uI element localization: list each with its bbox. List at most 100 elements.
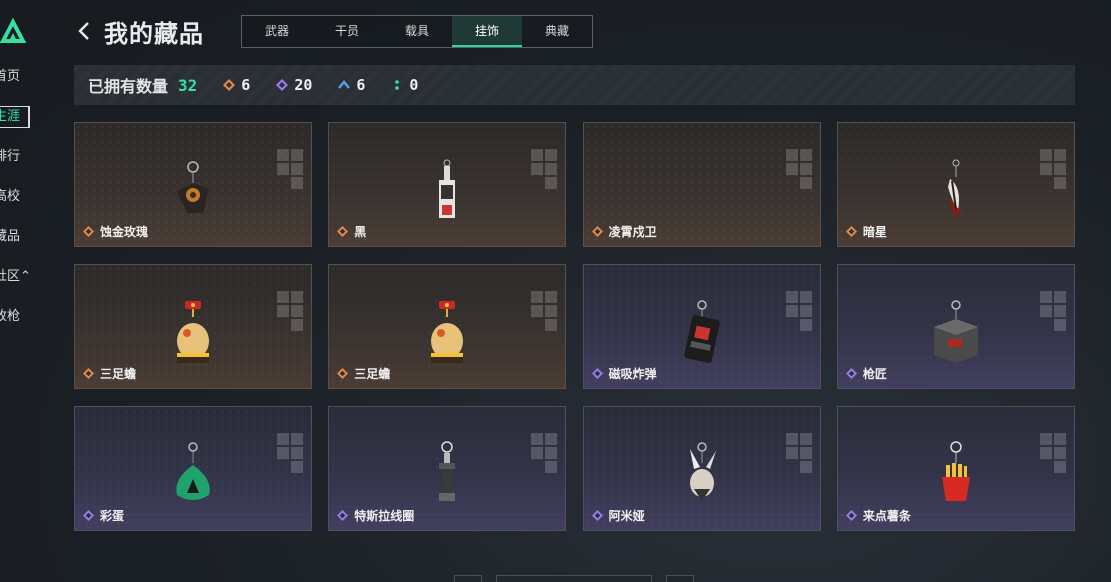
charm-card[interactable]: 三足蟾 [328, 264, 567, 389]
tag-charm-icon [439, 159, 456, 218]
category-tabs: 武器 干员 载具 挂饰 典藏 [241, 15, 593, 48]
purple-diamond-icon [845, 368, 857, 379]
grid-decoration-icon [531, 433, 558, 473]
rose-charm-icon [177, 161, 209, 213]
sidebar-item-ranking[interactable]: 排行 [0, 146, 56, 168]
sidebar-item-collection[interactable]: 藏品 [0, 226, 56, 248]
charm-name-label: 三足蟾 [354, 367, 391, 381]
charm-name: 枪匠 [845, 365, 887, 382]
charm-name: 三足蟾 [83, 365, 136, 382]
charm-card[interactable]: 磁吸炸弹 [582, 264, 821, 389]
purple-rarity-count: 20 [276, 76, 312, 94]
tab-operators[interactable]: 干员 [312, 16, 382, 47]
back-chevron-icon[interactable] [76, 21, 92, 41]
tab-archive[interactable]: 典藏 [522, 16, 592, 47]
tab-weapons[interactable]: 武器 [242, 16, 312, 47]
charm-name-label: 蚀金玫瑰 [100, 225, 149, 239]
fries-charm-icon [941, 441, 970, 501]
grid-decoration-icon [785, 291, 812, 331]
empty-charm [672, 149, 732, 231]
grid-decoration-icon [531, 291, 558, 331]
app-logo-icon[interactable] [0, 18, 26, 44]
charm-name-label: 暗星 [862, 225, 887, 239]
charm-name-label: 阿米娅 [608, 509, 645, 523]
sidebar-item-college[interactable]: 高校 [0, 186, 56, 208]
orange-diamond-icon [337, 368, 349, 379]
charm-card[interactable]: 特斯拉线圈 [328, 406, 567, 531]
toad-charm-icon [177, 301, 209, 363]
egg-charm-icon [176, 442, 210, 500]
bomb-charm-icon [683, 300, 720, 363]
page-title: 我的藏品 [104, 20, 204, 48]
sidebar-item-career[interactable]: 生涯 [0, 106, 30, 128]
pager-prev-button[interactable] [454, 575, 482, 582]
green-count-value: 0 [409, 76, 419, 94]
charm-name: 特斯拉线圈 [337, 507, 414, 524]
charm-name: 彩蛋 [83, 507, 124, 524]
pager-indicator [496, 575, 652, 582]
owned-count-label: 已拥有数量 [88, 77, 169, 96]
grid-decoration-icon [785, 433, 812, 473]
purple-diamond-icon [276, 79, 289, 91]
owned-count-bar: 已拥有数量 32 6 20 6 0 [74, 65, 1075, 105]
charm-name-label: 凌霄戍卫 [608, 225, 657, 239]
sidebar: 首页 生涯 排行 高校 藏品 社区⌃ 改枪 [0, 0, 60, 582]
charm-name-label: 三足蟾 [100, 367, 137, 381]
charm-card[interactable]: 三足蟾 [74, 264, 312, 389]
grid-decoration-icon [277, 149, 303, 189]
blue-chevron-icon [338, 80, 351, 89]
grid-decoration-icon [1039, 149, 1066, 189]
orange-diamond-icon [83, 226, 94, 237]
charm-card[interactable]: 来点薯条 [836, 406, 1075, 531]
charm-name-label: 黑 [354, 225, 367, 239]
blue-rarity-count: 6 [338, 76, 365, 94]
charm-card[interactable]: 枪匠 [836, 264, 1075, 389]
purple-diamond-icon [591, 368, 603, 379]
toad-charm-icon [431, 301, 464, 363]
purple-diamond-icon [337, 510, 349, 521]
owned-count-total: 32 [178, 75, 198, 95]
sidebar-item-community[interactable]: 社区⌃ [0, 266, 56, 288]
purple-diamond-icon [83, 510, 94, 521]
charm-name: 磁吸炸弹 [591, 365, 657, 382]
charm-card[interactable]: 凌霄戍卫 [582, 122, 821, 247]
charm-card[interactable]: 黑 [328, 122, 567, 247]
charm-name: 来点薯条 [845, 507, 911, 524]
charm-name-label: 特斯拉线圈 [354, 509, 415, 523]
green-dots-icon [395, 80, 400, 90]
blue-count-value: 6 [356, 76, 366, 94]
charm-card[interactable]: 蚀金玫瑰 [74, 122, 312, 247]
charm-name: 暗星 [845, 223, 887, 240]
charm-name-label: 枪匠 [862, 367, 887, 381]
charm-name-label: 彩蛋 [100, 509, 125, 523]
charm-card[interactable]: 暗星 [836, 122, 1075, 247]
orange-count-value: 6 [241, 76, 251, 94]
grid-decoration-icon [277, 433, 303, 473]
orange-diamond-icon [223, 79, 236, 91]
grid-decoration-icon [531, 149, 558, 189]
grid-decoration-icon [277, 291, 303, 331]
charm-card[interactable]: 阿米娅 [582, 406, 821, 531]
orange-diamond-icon [591, 226, 603, 237]
purple-diamond-icon [591, 510, 603, 521]
charm-name: 凌霄戍卫 [591, 223, 657, 240]
orange-rarity-count: 6 [223, 76, 250, 94]
purple-diamond-icon [845, 510, 857, 521]
orange-diamond-icon [337, 226, 349, 237]
charm-name: 三足蟾 [337, 365, 390, 382]
charm-name-label: 磁吸炸弹 [608, 367, 657, 381]
tab-vehicles[interactable]: 载具 [382, 16, 452, 47]
charm-name: 黑 [337, 223, 366, 240]
charm-name: 蚀金玫瑰 [83, 223, 148, 240]
green-rarity-count: 0 [391, 76, 418, 94]
sidebar-item-home[interactable]: 首页 [0, 66, 56, 88]
coil-charm-icon [439, 441, 456, 501]
bunny-charm-icon [689, 442, 716, 501]
tab-charms[interactable]: 挂饰 [452, 16, 522, 47]
pager-next-button[interactable] [666, 575, 694, 582]
sidebar-item-gunsmith[interactable]: 改枪 [0, 306, 56, 328]
charm-name: 阿米娅 [591, 507, 645, 524]
feather-charm-icon [947, 159, 962, 217]
charm-card[interactable]: 彩蛋 [74, 406, 312, 531]
orange-diamond-icon [845, 226, 857, 237]
